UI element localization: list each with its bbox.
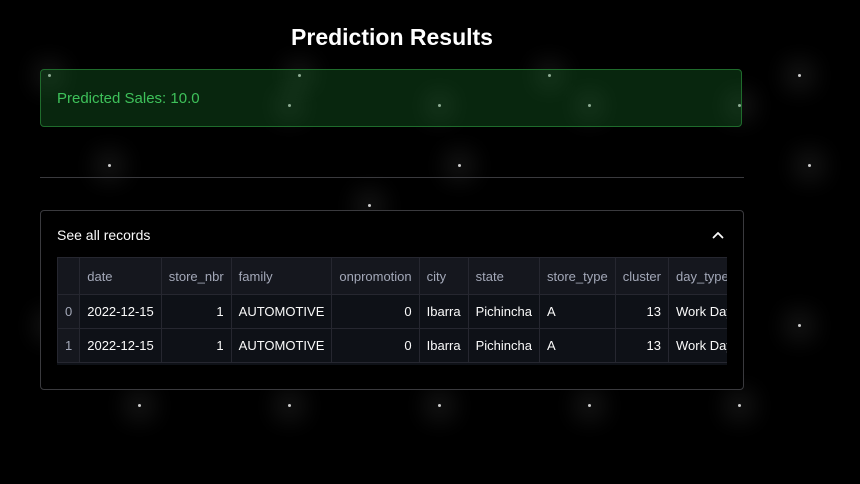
row-index-cell[interactable]: 0: [57, 294, 81, 329]
table-cell[interactable]: Pichincha: [467, 328, 541, 363]
table-row: 0 2022-12-15 1 AUTOMOTIVE 0 Ibarra Pichi…: [57, 294, 727, 329]
table-cell[interactable]: Ibarra: [418, 328, 469, 363]
column-header[interactable]: [57, 257, 81, 295]
table-cell[interactable]: 13: [614, 328, 670, 363]
expander-header[interactable]: See all records: [41, 211, 743, 257]
table-cell[interactable]: A: [539, 328, 616, 363]
divider: [40, 177, 744, 178]
column-header[interactable]: family: [230, 257, 333, 295]
table-cell[interactable]: AUTOMOTIVE: [230, 328, 333, 363]
table-cell[interactable]: Work Day: [668, 328, 727, 363]
table-cell[interactable]: AUTOMOTIVE: [230, 294, 333, 329]
chevron-up-icon[interactable]: [711, 228, 725, 242]
star-dot: [458, 164, 461, 167]
star-dot: [738, 404, 741, 407]
column-header[interactable]: day_type: [668, 257, 727, 295]
table-cell[interactable]: 2022-12-15: [79, 328, 162, 363]
page-title: Prediction Results: [291, 24, 493, 50]
table-cell[interactable]: 0: [331, 328, 420, 363]
table-cell[interactable]: A: [539, 294, 616, 329]
column-header[interactable]: store_nbr: [160, 257, 232, 295]
star-dot: [438, 404, 441, 407]
table-header-row: date store_nbr family onpromotion city s…: [57, 257, 727, 295]
star-dot: [368, 204, 371, 207]
star-dot: [288, 404, 291, 407]
records-table-container[interactable]: date store_nbr family onpromotion city s…: [57, 257, 727, 365]
records-table: date store_nbr family onpromotion city s…: [57, 257, 727, 363]
star-dot: [798, 324, 801, 327]
star-dot: [588, 404, 591, 407]
star-dot: [808, 164, 811, 167]
column-header[interactable]: store_type: [539, 257, 616, 295]
table-cell[interactable]: 0: [331, 294, 420, 329]
table-cell[interactable]: 13: [614, 294, 670, 329]
table-cell[interactable]: 1: [160, 328, 232, 363]
success-alert: Predicted Sales: 10.0: [40, 69, 742, 127]
table-row: 1 2022-12-15 1 AUTOMOTIVE 0 Ibarra Pichi…: [57, 328, 727, 363]
table-cell[interactable]: Pichincha: [467, 294, 541, 329]
expander-title: See all records: [57, 227, 151, 243]
column-header[interactable]: city: [418, 257, 469, 295]
star-dot: [108, 164, 111, 167]
column-header[interactable]: date: [79, 257, 162, 295]
table-cell[interactable]: 1: [160, 294, 232, 329]
column-header[interactable]: onpromotion: [331, 257, 420, 295]
table-cell[interactable]: Work Day: [668, 294, 727, 329]
star-dot: [798, 74, 801, 77]
column-header[interactable]: state: [467, 257, 541, 295]
table-cell[interactable]: 2022-12-15: [79, 294, 162, 329]
row-index-cell[interactable]: 1: [57, 328, 81, 363]
predicted-sales-text: Predicted Sales: 10.0: [57, 90, 200, 107]
column-header[interactable]: cluster: [614, 257, 670, 295]
table-cell[interactable]: Ibarra: [418, 294, 469, 329]
records-expander: See all records date store_nbr family on…: [40, 210, 744, 390]
star-dot: [138, 404, 141, 407]
